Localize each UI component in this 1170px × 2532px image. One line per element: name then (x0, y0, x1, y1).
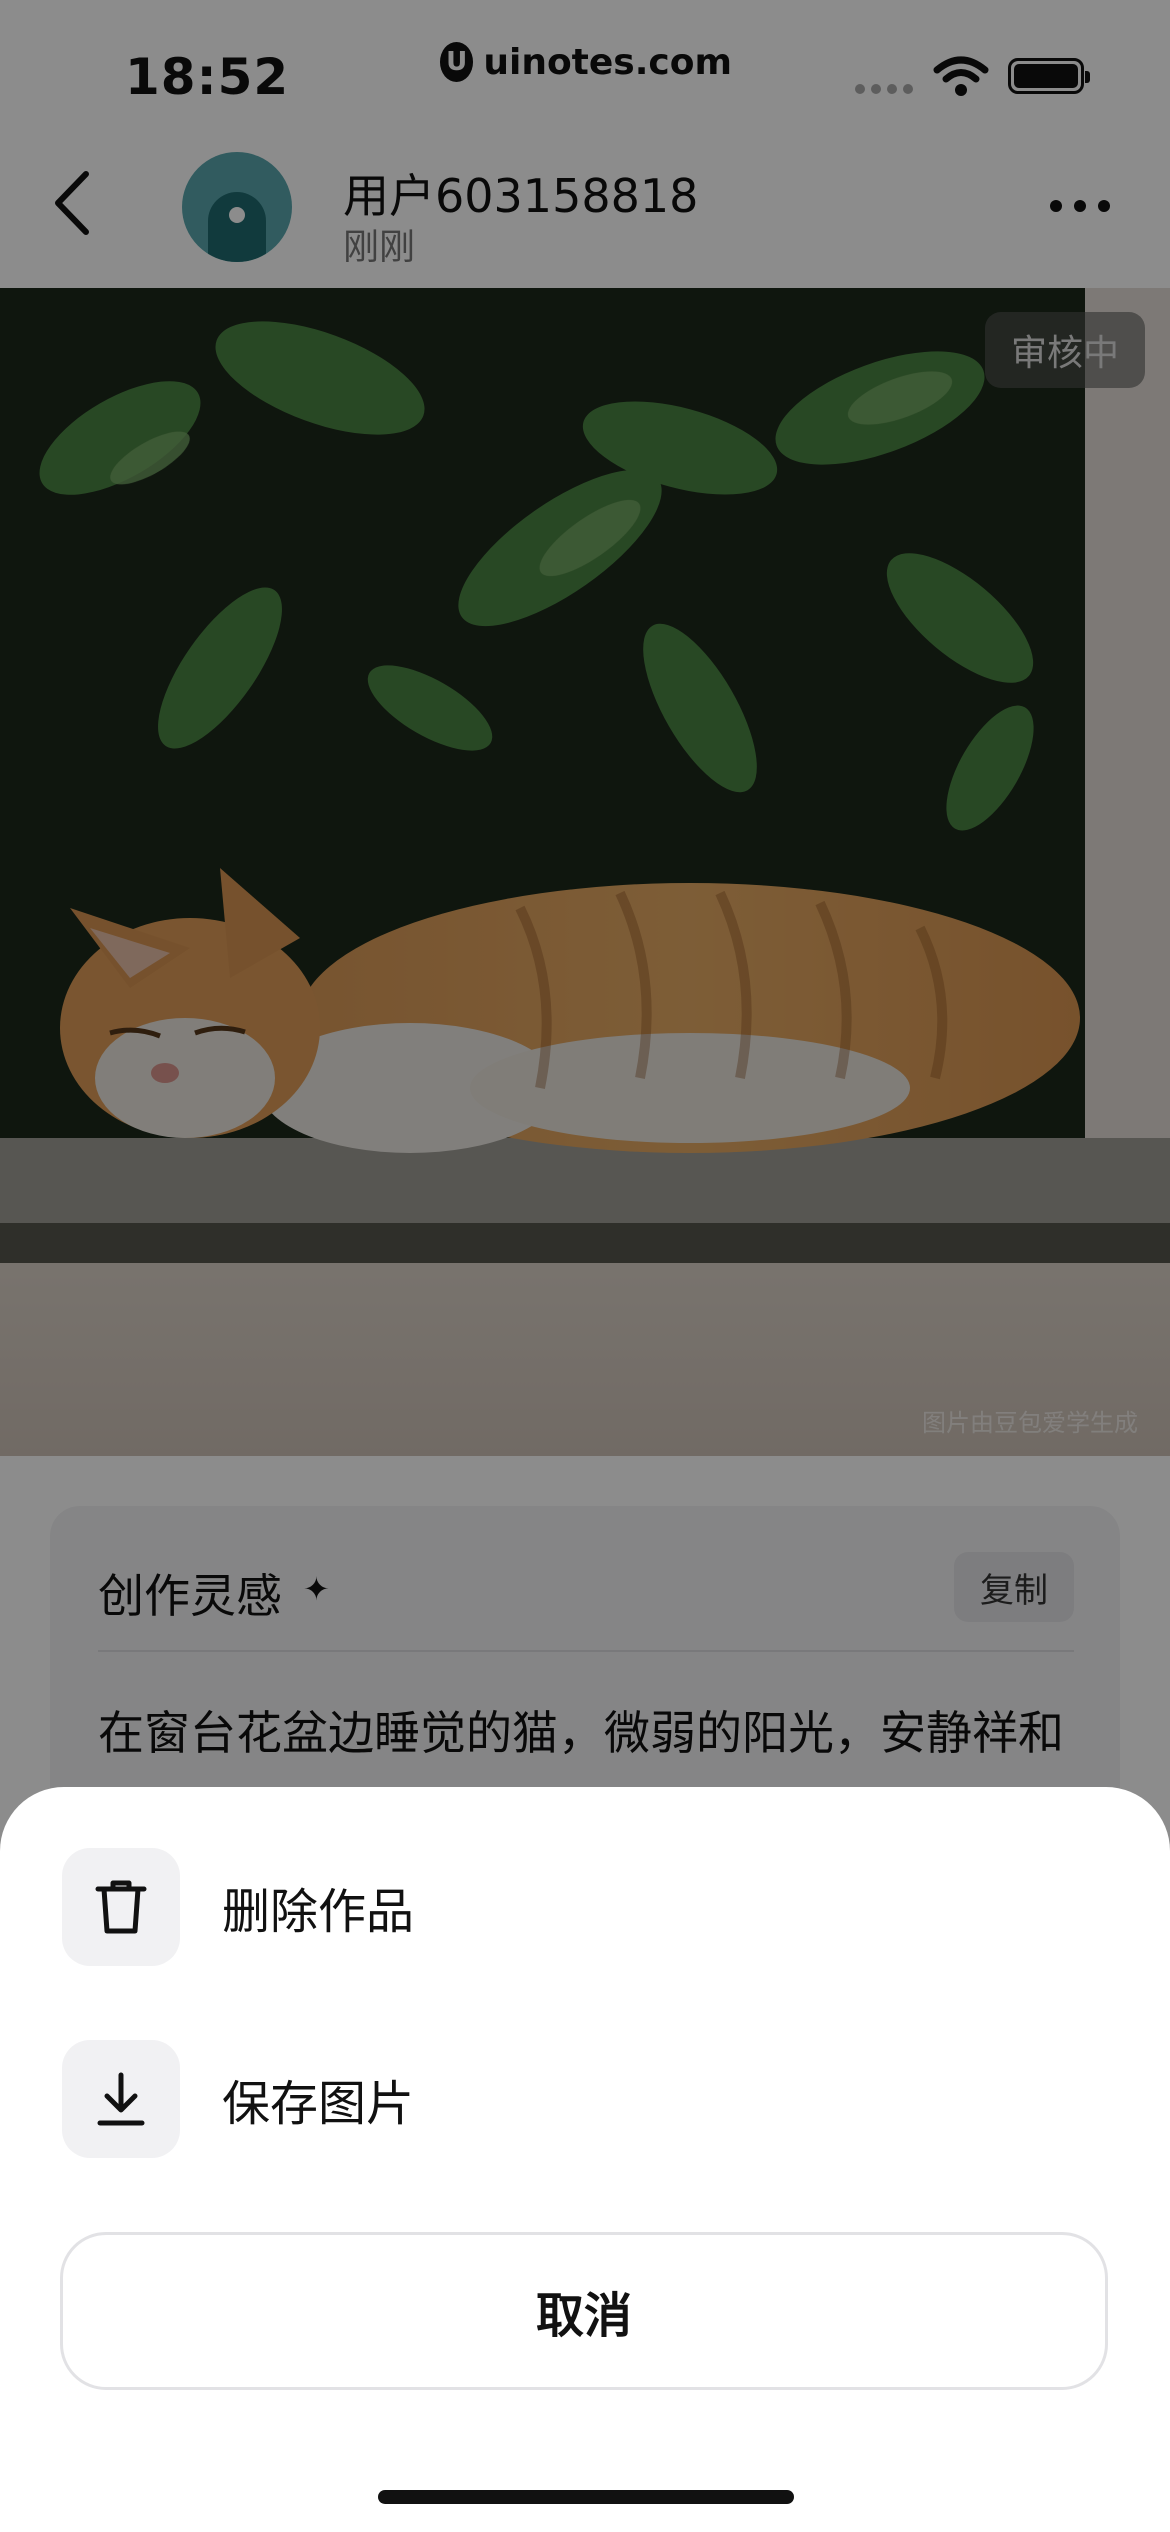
post-detail-page: 18:52 U uinotes.com 用户603158818 刚刚 审核中 图… (0, 0, 1170, 2532)
delete-work-label: 删除作品 (222, 1884, 415, 1940)
trash-icon (95, 1880, 147, 1934)
save-icon-box (62, 2040, 180, 2158)
cancel-button[interactable]: 取消 (60, 2232, 1108, 2390)
action-sheet: 删除作品 保存图片 (0, 1787, 1170, 2532)
save-image-label: 保存图片 (222, 2076, 415, 2132)
download-icon (97, 2072, 145, 2126)
save-image-action[interactable]: 保存图片 (62, 2039, 1062, 2159)
home-indicator (378, 2490, 794, 2504)
delete-work-action[interactable]: 删除作品 (62, 1847, 1062, 1967)
delete-icon-box (62, 1848, 180, 1966)
